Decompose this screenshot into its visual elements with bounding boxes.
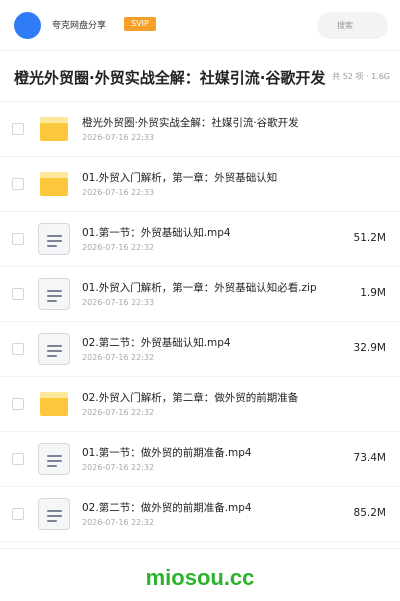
document-icon [38, 498, 70, 530]
brand-name: 夸克网盘分享 [52, 21, 107, 31]
file-size: 73.4M [353, 452, 386, 464]
row-checkbox[interactable] [12, 508, 24, 520]
file-size: 85.2M [353, 507, 386, 519]
folder-icon [38, 168, 70, 200]
file-name[interactable]: 01.外贸入门解析，第一章：外贸基础认知 [82, 170, 332, 185]
file-name[interactable]: 02.第二节：外贸基础认知.mp4 [82, 335, 332, 350]
file-date: 2026-07-16 22:32 [82, 463, 155, 472]
file-name[interactable]: 橙光外贸圈·外贸实战全解：社媒引流·谷歌开发 [82, 115, 332, 130]
file-date: 2026-07-16 22:32 [82, 243, 155, 252]
share-meta: 共 52 项 · 1.6G [332, 72, 390, 81]
file-date: 2026-07-16 22:32 [82, 353, 155, 362]
row-checkbox[interactable] [12, 453, 24, 465]
page-title: 橙光外贸圈·外贸实战全解：社媒引流·谷歌开发 [14, 69, 326, 87]
row-checkbox[interactable] [12, 178, 24, 190]
search-placeholder: 搜索 [337, 21, 353, 30]
file-size: 1.9M [360, 287, 386, 299]
avatar[interactable] [14, 12, 41, 39]
file-row[interactable]: 01.外贸入门解析，第一章：外贸基础认知必看.zip 2026-07-16 22:… [0, 267, 400, 322]
row-checkbox[interactable] [12, 288, 24, 300]
file-name[interactable]: 02.外贸入门解析，第二章：做外贸的前期准备 [82, 390, 332, 405]
row-checkbox[interactable] [12, 343, 24, 355]
document-icon [38, 278, 70, 310]
folder-icon [38, 388, 70, 420]
file-list: 橙光外贸圈·外贸实战全解：社媒引流·谷歌开发 2026-07-16 22:33 01… [0, 102, 400, 542]
document-icon [38, 333, 70, 365]
folder-row[interactable]: 02.外贸入门解析，第二章：做外贸的前期准备 2026-07-16 22:32 [0, 377, 400, 432]
document-icon [38, 223, 70, 255]
file-name[interactable]: 01.第一节：做外贸的前期准备.mp4 [82, 445, 332, 460]
file-row[interactable]: 01.第一节：外贸基础认知.mp4 2026-07-16 22:32 51.2M [0, 212, 400, 267]
search-box[interactable]: 搜索 [317, 12, 388, 39]
folder-icon [38, 113, 70, 145]
footer: miosou.cc [0, 548, 400, 601]
file-date: 2026-07-16 22:32 [82, 518, 155, 527]
file-name[interactable]: 02.第二节：做外贸的前期准备.mp4 [82, 500, 332, 515]
file-row[interactable]: 01.第一节：做外贸的前期准备.mp4 2026-07-16 22:32 73.4M [0, 432, 400, 487]
row-checkbox[interactable] [12, 123, 24, 135]
svip-badge[interactable]: SVIP [124, 17, 156, 31]
title-bar: 橙光外贸圈·外贸实战全解：社媒引流·谷歌开发 共 52 项 · 1.6G [0, 51, 400, 102]
watermark: miosou.cc [145, 565, 255, 590]
file-name[interactable]: 01.第一节：外贸基础认知.mp4 [82, 225, 332, 240]
file-size: 32.9M [353, 342, 386, 354]
file-row[interactable]: 02.第二节：做外贸的前期准备.mp4 2026-07-16 22:32 85.2M [0, 487, 400, 542]
document-icon [38, 443, 70, 475]
app-header: 夸克网盘分享 SVIP 搜索 [0, 0, 400, 51]
file-date: 2026-07-16 22:33 [82, 188, 155, 197]
folder-row[interactable]: 01.外贸入门解析，第一章：外贸基础认知 2026-07-16 22:33 [0, 157, 400, 212]
file-date: 2026-07-16 22:32 [82, 408, 155, 417]
folder-row[interactable]: 橙光外贸圈·外贸实战全解：社媒引流·谷歌开发 2026-07-16 22:33 [0, 102, 400, 157]
file-name[interactable]: 01.外贸入门解析，第一章：外贸基础认知必看.zip [82, 280, 332, 295]
file-row[interactable]: 02.第二节：外贸基础认知.mp4 2026-07-16 22:32 32.9M [0, 322, 400, 377]
file-size: 51.2M [353, 232, 386, 244]
row-checkbox[interactable] [12, 398, 24, 410]
file-date: 2026-07-16 22:33 [82, 298, 155, 307]
row-checkbox[interactable] [12, 233, 24, 245]
file-date: 2026-07-16 22:33 [82, 133, 155, 142]
